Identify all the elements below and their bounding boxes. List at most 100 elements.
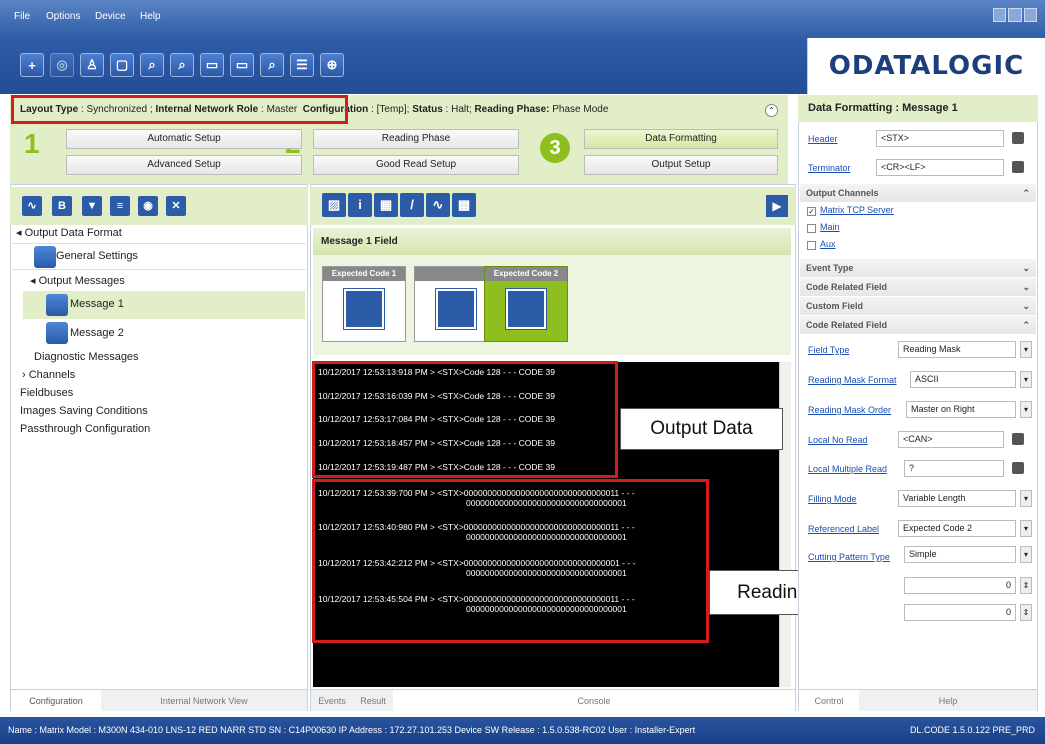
code-setting-icon[interactable]: B	[52, 196, 72, 216]
tab-result[interactable]: Result	[353, 690, 393, 712]
number-field-1[interactable]: 0	[904, 577, 1016, 594]
tab-control[interactable]: Control	[799, 690, 859, 712]
field-type-label[interactable]: Field Type	[808, 345, 849, 355]
play-icon[interactable]: ▶	[766, 195, 788, 217]
chevron-down-icon[interactable]: ▾	[1020, 546, 1032, 563]
target-icon[interactable]: ◉	[138, 196, 158, 216]
tab-configuration[interactable]: Configuration	[11, 690, 101, 712]
cutting-pattern-select[interactable]: Simple	[904, 546, 1016, 563]
getting-started-icon[interactable]: ◎	[50, 53, 74, 77]
number-field-2[interactable]: 0	[904, 604, 1016, 621]
filling-mode-select[interactable]: Variable Length	[898, 490, 1016, 507]
edit-icon[interactable]	[1012, 462, 1024, 474]
terminator-field[interactable]: <CR><LF>	[876, 159, 1004, 176]
channel-tcp-label[interactable]: Matrix TCP Server	[820, 205, 894, 215]
tab-events[interactable]: Events	[311, 690, 353, 712]
reading-mask-format-label[interactable]: Reading Mask Format	[808, 375, 897, 385]
statistics-icon[interactable]: ☰	[290, 53, 314, 77]
referenced-label-label[interactable]: Referenced Label	[808, 524, 879, 534]
local-multiple-read-field[interactable]: ?	[904, 460, 1004, 477]
edit-icon[interactable]	[1012, 433, 1024, 445]
grid-icon[interactable]: ▦	[374, 193, 398, 217]
data-formatting-button[interactable]: Data Formatting	[584, 129, 778, 149]
event-type-section[interactable]: Event Type ⌄	[800, 259, 1036, 277]
output-channels-section[interactable]: Output Channels ⌃	[800, 184, 1036, 202]
delete-icon[interactable]: ✕	[166, 196, 186, 216]
reading-mask-order-select[interactable]: Master on Right	[906, 401, 1016, 418]
tab-help[interactable]: Help	[859, 690, 1037, 712]
chevron-down-icon[interactable]: ▾	[1020, 371, 1032, 388]
tab-internal-network-view[interactable]: Internal Network View	[101, 690, 307, 712]
menu-help[interactable]: Help	[140, 11, 161, 22]
flag-icon[interactable]: ▼	[82, 196, 102, 216]
channel-aux-label[interactable]: Aux	[820, 239, 836, 249]
tree-images-saving[interactable]: Images Saving Conditions	[20, 405, 148, 417]
collapse-icon[interactable]: ⌃	[765, 104, 778, 117]
custom-field-section[interactable]: Custom Field ⌄	[800, 297, 1036, 315]
tree-output-data-format[interactable]: ◂ Output Data Format	[16, 226, 122, 239]
terminator-label[interactable]: Terminator	[808, 163, 851, 173]
checkbox-tcp[interactable]: ✓	[807, 207, 816, 216]
tree-passthrough[interactable]: Passthrough Configuration	[20, 423, 150, 435]
close-window-button[interactable]	[1023, 8, 1037, 22]
chevron-down-icon[interactable]: ▾	[1020, 490, 1032, 507]
reading-phase-button[interactable]: Reading Phase	[313, 129, 519, 149]
local-no-read-label[interactable]: Local No Read	[808, 435, 868, 445]
device-icon[interactable]: ▢	[110, 53, 134, 77]
edit-icon[interactable]	[1012, 132, 1024, 144]
connect-icon[interactable]: +	[20, 53, 44, 77]
load-icon[interactable]: ▭	[230, 53, 254, 77]
header-field[interactable]: <STX>	[876, 130, 1004, 147]
tree-output-messages[interactable]: ◂ Output Messages	[30, 274, 125, 287]
user-icon[interactable]: ♙	[80, 53, 104, 77]
good-read-setup-button[interactable]: Good Read Setup	[313, 155, 519, 175]
tree-channels[interactable]: › Channels	[22, 369, 75, 381]
maximize-button[interactable]	[1008, 8, 1022, 22]
local-no-read-field[interactable]: <CAN>	[898, 431, 1004, 448]
tree-message-1[interactable]: Message 1	[70, 298, 124, 310]
menu-options[interactable]: Options	[46, 11, 80, 22]
search-device-icon[interactable]: ⌕	[140, 53, 164, 77]
monitor-icon[interactable]: ⌕	[260, 53, 284, 77]
save-icon[interactable]: ▭	[200, 53, 224, 77]
advanced-setup-button[interactable]: Advanced Setup	[66, 155, 302, 175]
field-type-select[interactable]: Reading Mask	[898, 341, 1016, 358]
channel-main-label[interactable]: Main	[820, 222, 840, 232]
automatic-setup-button[interactable]: Automatic Setup	[66, 129, 302, 149]
local-multiple-read-label[interactable]: Local Multiple Read	[808, 464, 887, 474]
network-icon[interactable]: ⊕	[320, 53, 344, 77]
stepper-icon[interactable]: ⇕	[1020, 604, 1032, 621]
tree-general-settings[interactable]: General Settings	[56, 250, 138, 262]
chevron-down-icon[interactable]: ▾	[1020, 341, 1032, 358]
checkbox-aux[interactable]	[807, 241, 816, 250]
field-card-expected-code-2[interactable]: Expected Code 2	[484, 266, 568, 342]
waveform-icon[interactable]: ∿	[426, 193, 450, 217]
document-icon[interactable]: ≡	[110, 196, 130, 216]
reading-mask-format-select[interactable]: ASCII	[910, 371, 1016, 388]
chevron-down-icon[interactable]: ▾	[1020, 520, 1032, 537]
field-card-expected-code-1[interactable]: Expected Code 1	[322, 266, 406, 342]
tab-console[interactable]: Console	[393, 690, 795, 712]
header-label[interactable]: Header	[808, 134, 838, 144]
referenced-label-select[interactable]: Expected Code 2	[898, 520, 1016, 537]
edit-icon[interactable]	[1012, 161, 1024, 173]
output-setup-button[interactable]: Output Setup	[584, 155, 778, 175]
waveform-icon[interactable]: ∿	[22, 196, 42, 216]
tree-diagnostic-messages[interactable]: Diagnostic Messages	[34, 351, 139, 363]
menu-file[interactable]: File	[14, 11, 30, 22]
reading-mask-order-label[interactable]: Reading Mask Order	[808, 405, 891, 415]
zoom-device-icon[interactable]: ⌕	[170, 53, 194, 77]
checkbox-main[interactable]	[807, 224, 816, 233]
minimize-button[interactable]	[993, 8, 1007, 22]
image-field-icon[interactable]: ▩	[452, 193, 476, 217]
code-related-field-section[interactable]: Code Related Field ⌄	[800, 278, 1036, 296]
filling-mode-label[interactable]: Filling Mode	[808, 494, 857, 504]
info-icon[interactable]: i	[348, 193, 372, 217]
tree-fieldbuses[interactable]: Fieldbuses	[20, 387, 73, 399]
cutting-pattern-label[interactable]: Cutting Pattern Type	[808, 552, 890, 562]
menu-device[interactable]: Device	[95, 11, 126, 22]
pencil-icon[interactable]: /	[400, 193, 424, 217]
code-field-icon[interactable]: ▨	[322, 193, 346, 217]
chevron-down-icon[interactable]: ▾	[1020, 401, 1032, 418]
stepper-icon[interactable]: ⇕	[1020, 577, 1032, 594]
